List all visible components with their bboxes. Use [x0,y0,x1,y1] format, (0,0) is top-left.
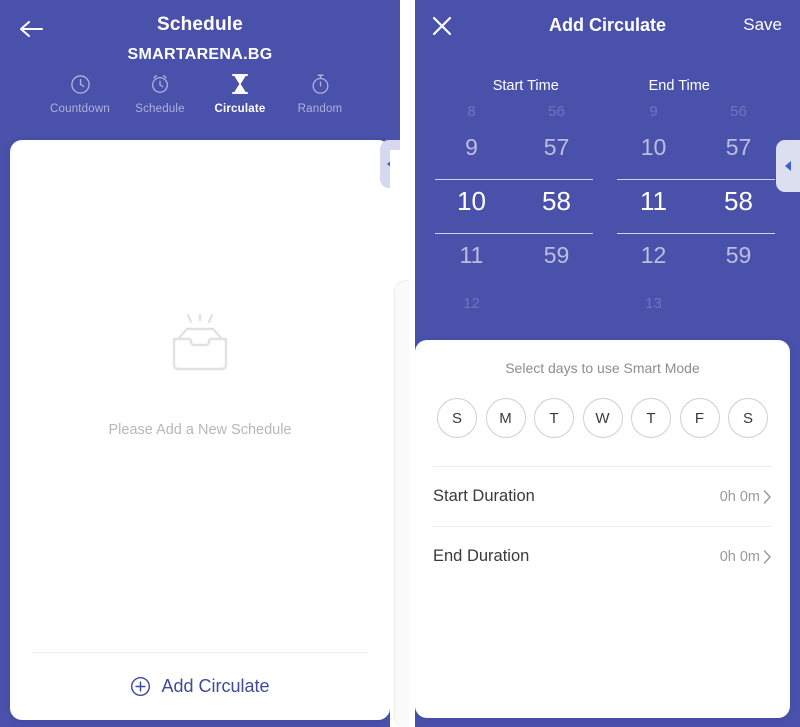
wheel-item[interactable]: 13 [611,276,696,330]
wheel-item[interactable]: 10 [611,120,696,174]
wheel-item[interactable]: 9 [429,120,514,174]
brand-label: SMARTARENA.BG [127,46,273,63]
day-toggle-thursday[interactable]: T [631,398,671,438]
start-time-picker[interactable]: 8 9 10 11 12 56 57 58 59 [429,96,599,316]
smart-mode-card: Select days to use Smart Mode S M T W T [415,340,790,718]
add-circulate-panel: Add Circulate Save Start Time End Time 8… [415,0,800,727]
wheel-item[interactable]: 59 [514,228,599,282]
end-duration-value-group: 0h 0m [720,549,772,565]
schedule-list-card: Please Add a New Schedule Add Circulate [10,140,390,720]
end-minute-wheel[interactable]: 56 57 58 59 [696,96,781,316]
selection-line-bottom [435,233,593,234]
day-label: W [595,409,610,427]
wheel-item[interactable]: 57 [696,120,781,174]
selection-line-top [435,179,593,180]
empty-state: Please Add a New Schedule [10,100,390,652]
selection-line-top [617,179,775,180]
day-toggle-friday[interactable]: F [679,398,720,438]
schedule-header: Schedule SMARTARENA.BG [0,0,400,66]
selection-line-bottom [617,233,775,234]
day-label: S [451,409,462,427]
side-drawer-handle-right[interactable] [776,140,800,192]
end-duration-label: End Duration [433,547,530,565]
wheel-item[interactable]: 57 [514,120,599,174]
start-duration-label: Start Duration [433,487,535,505]
day-label: M [499,409,512,427]
day-label: S [742,409,753,427]
day-toggle-wednesday[interactable]: W [582,398,623,438]
wheel-item[interactable]: 59 [696,228,781,282]
schedule-panel: Schedule SMARTARENA.BG Countdown Schedul… [0,0,400,727]
wheel-item[interactable]: 12 [429,276,514,330]
app-screenshot: Schedule SMARTARENA.BG Countdown Schedul… [0,0,800,727]
add-circulate-label: Add Circulate [161,676,270,696]
alarm-clock-icon [149,72,171,96]
add-circulate-title: Add Circulate [548,15,667,35]
hourglass-icon [230,72,250,96]
panel-gap [390,150,410,727]
wheel-item-selected[interactable]: 10 [429,174,514,228]
start-duration-value-group: 0h 0m [720,489,772,505]
end-hour-wheel[interactable]: 9 10 11 12 13 [611,96,696,316]
smart-mode-title: Select days to use Smart Mode [505,360,700,376]
day-label: T [646,409,656,427]
start-duration-value: 0h 0m [719,488,760,505]
start-minute-wheel[interactable]: 56 57 58 59 [514,96,599,316]
save-button[interactable]: Save [743,15,782,35]
page-title: Schedule [156,14,244,35]
day-label: F [694,409,705,427]
add-circulate-header: Add Circulate Save [415,0,800,52]
empty-state-text: Please Add a New Schedule [108,422,292,438]
wheel-item-selected[interactable]: 58 [514,174,599,228]
empty-inbox-icon [161,314,239,380]
wheel-item[interactable]: 11 [429,228,514,282]
day-toggle-tuesday[interactable]: T [534,398,574,438]
plus-circle-icon [130,676,151,697]
day-toggle-sunday[interactable]: S [437,398,477,438]
end-duration-row[interactable]: End Duration 0h 0m [433,526,772,586]
wheel-item[interactable]: 12 [611,228,696,282]
start-hour-wheel[interactable]: 8 9 10 11 12 [429,96,514,316]
day-toggle-monday[interactable]: M [485,398,526,438]
clock-icon [70,72,91,96]
wheel-item-selected[interactable]: 11 [611,174,696,228]
add-circulate-button[interactable]: Add Circulate [32,652,368,720]
end-duration-value: 0h 0m [719,548,760,565]
chevron-right-icon [763,549,772,564]
wheel-item[interactable] [696,276,781,330]
time-pickers: 8 9 10 11 12 56 57 58 59 9 10 11 12 13 5… [415,96,800,316]
stopwatch-icon [310,72,331,96]
chevron-left-icon [783,160,793,172]
wheel-item-selected[interactable]: 58 [696,174,781,228]
day-selector: S M T W T F S [415,376,790,438]
end-time-picker[interactable]: 9 10 11 12 13 56 57 58 59 [611,96,781,316]
wheel-item[interactable] [514,276,599,330]
duration-list: Start Duration 0h 0m End Duration 0h 0m [415,466,790,586]
chevron-right-icon [763,489,772,504]
day-label: T [549,409,559,427]
start-duration-row[interactable]: Start Duration 0h 0m [433,466,772,526]
day-toggle-saturday[interactable]: S [728,398,768,438]
